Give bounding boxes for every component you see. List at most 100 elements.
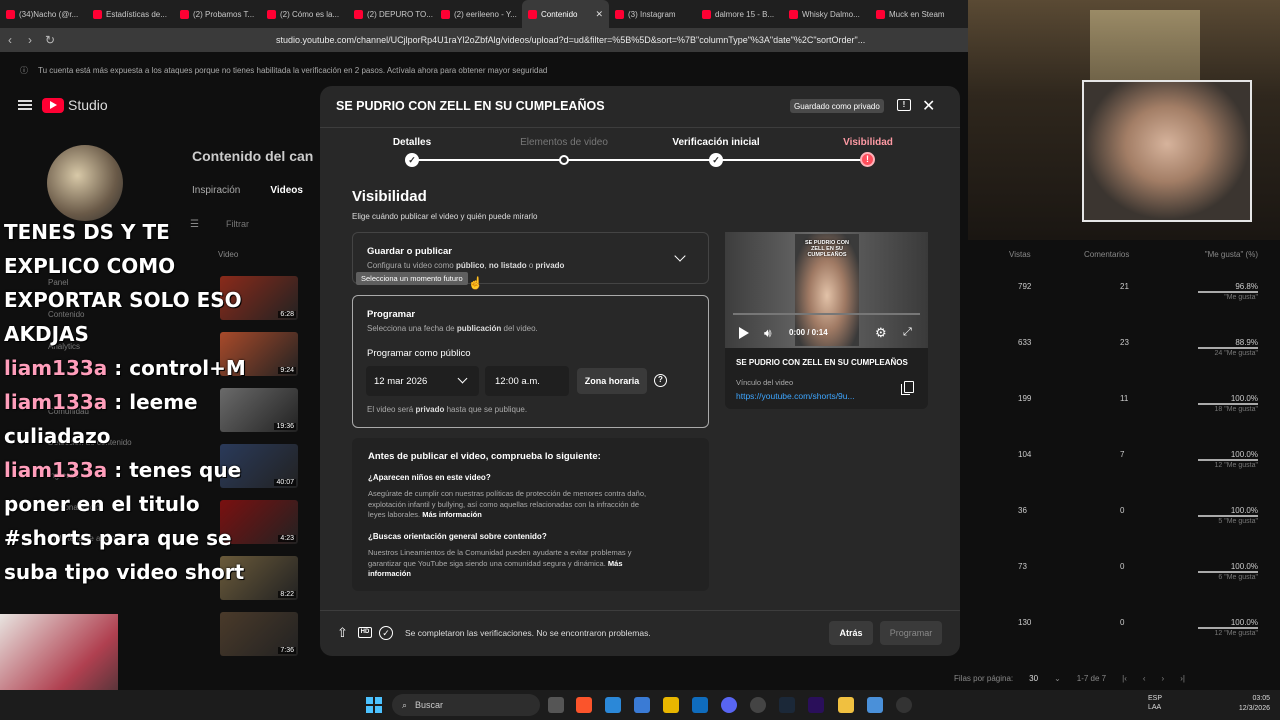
pagination-range: 1-7 de 7 bbox=[1076, 674, 1107, 683]
video-thumbnail[interactable]: 7:36 bbox=[220, 612, 298, 656]
play-icon[interactable] bbox=[739, 327, 749, 339]
back-icon[interactable]: ‹ bbox=[0, 33, 20, 47]
table-row[interactable]: 73 0 100.0% 6 "Me gusta" bbox=[1000, 562, 1270, 592]
cell-likes: 100.0% bbox=[1230, 394, 1258, 403]
close-icon[interactable]: ✕ bbox=[922, 96, 935, 116]
table-row[interactable]: 130 0 100.0% 12 "Me gusta" bbox=[1000, 618, 1270, 648]
step-done-check-icon: ✓ bbox=[709, 153, 723, 167]
col-likes[interactable]: "Me gusta" (%) bbox=[1205, 250, 1258, 259]
clock-date: 12/3/2026 bbox=[1238, 705, 1270, 712]
next-page-icon[interactable]: › bbox=[1162, 674, 1165, 683]
schedule-button[interactable]: Programar bbox=[880, 621, 942, 645]
app-icon[interactable] bbox=[663, 697, 679, 713]
step-details[interactable]: Detalles bbox=[357, 137, 467, 148]
prev-page-icon[interactable]: ‹ bbox=[1143, 674, 1146, 683]
table-row[interactable]: 792 21 96.8% "Me gusta" bbox=[1000, 282, 1270, 312]
video-link[interactable]: https://youtube.com/shorts/9u... bbox=[736, 391, 855, 401]
step-done-check-icon: ✓ bbox=[405, 153, 419, 167]
note-bold: privado bbox=[415, 405, 445, 414]
first-page-icon[interactable]: |‹ bbox=[1122, 674, 1127, 683]
browser-tab[interactable]: (2) Cómo es la... bbox=[261, 0, 348, 28]
likes-bar bbox=[1198, 459, 1258, 461]
copy-icon[interactable] bbox=[901, 381, 914, 395]
browser-tab[interactable]: (3) Instagram bbox=[609, 0, 696, 28]
gear-icon[interactable]: ⚙ bbox=[875, 325, 887, 341]
time-input[interactable]: 12:00 a.m. bbox=[485, 366, 569, 396]
timezone-button[interactable]: Zona horaria bbox=[577, 368, 647, 394]
video-progress-bar[interactable] bbox=[733, 313, 920, 315]
col-views[interactable]: Vistas bbox=[1009, 250, 1031, 259]
tab-favicon-icon bbox=[6, 9, 15, 19]
col-comments[interactable]: Comentarios bbox=[1084, 250, 1129, 259]
table-row[interactable]: 633 23 88.9% 24 "Me gusta" bbox=[1000, 338, 1270, 368]
hd-icon[interactable]: HD bbox=[358, 627, 372, 638]
volume-icon[interactable]: 🔊︎ bbox=[764, 326, 772, 341]
step-checks[interactable]: Verificación inicial bbox=[661, 137, 771, 148]
feedback-icon[interactable]: ! bbox=[897, 99, 911, 111]
lang-layout: LAA bbox=[1148, 704, 1162, 711]
browser-tab[interactable]: (34)Nacho (@r... bbox=[0, 0, 87, 28]
cell-views: 792 bbox=[1018, 282, 1032, 291]
steam-icon[interactable] bbox=[779, 697, 795, 713]
dialog-divider bbox=[320, 127, 960, 128]
rows-per-page-select[interactable]: 30 bbox=[1029, 674, 1038, 683]
save-or-publish-title: Guardar o publicar bbox=[367, 246, 452, 257]
browser-tab[interactable]: Whisky Dalmo... bbox=[783, 0, 870, 28]
step-video-elements[interactable]: Elementos de video bbox=[509, 137, 619, 148]
app-icon[interactable] bbox=[896, 697, 912, 713]
url-field[interactable]: studio.youtube.com/channel/UCjlporRp4U1r… bbox=[276, 35, 916, 45]
clock-time: 03:05 bbox=[1252, 695, 1270, 702]
tab-inspiration[interactable]: Inspiración bbox=[192, 185, 240, 196]
premiere-icon[interactable] bbox=[808, 697, 824, 713]
tab-videos[interactable]: Videos bbox=[270, 185, 303, 196]
browser-tab[interactable]: dalmore 15 - B... bbox=[696, 0, 783, 28]
app-icon[interactable] bbox=[692, 697, 708, 713]
channel-avatar[interactable] bbox=[47, 145, 123, 221]
fullscreen-icon[interactable]: ⤢ bbox=[903, 326, 912, 339]
video-duration: 7:36 bbox=[278, 647, 296, 654]
reload-icon[interactable]: ↻ bbox=[40, 33, 60, 47]
forward-icon[interactable]: › bbox=[20, 33, 40, 47]
language-indicator[interactable]: ESP LAA bbox=[1148, 694, 1162, 712]
footer-divider bbox=[320, 610, 960, 611]
help-icon[interactable]: ? bbox=[654, 374, 667, 387]
video-link-label: Vínculo del video bbox=[736, 378, 794, 387]
table-row[interactable]: 36 0 100.0% 5 "Me gusta" bbox=[1000, 506, 1270, 536]
chevron-down-icon[interactable]: ⌄ bbox=[1054, 674, 1061, 683]
upload-icon[interactable]: ⇧ bbox=[337, 625, 348, 641]
browser-tab[interactable]: (2) DEPURO TO... bbox=[348, 0, 435, 28]
learn-more-link[interactable]: Más información bbox=[422, 510, 482, 519]
folder-icon[interactable] bbox=[838, 697, 854, 713]
tab-label: dalmore 15 - B... bbox=[715, 9, 775, 19]
step-visibility[interactable]: Visibilidad bbox=[813, 137, 923, 148]
note-prefix: El video será bbox=[367, 405, 416, 414]
app-icon[interactable] bbox=[867, 697, 883, 713]
browser-tab[interactable]: (2) Probamos T... bbox=[174, 0, 261, 28]
browser-tab[interactable]: Estadísticas de... bbox=[87, 0, 174, 28]
browser-tab[interactable]: Contenido ✕ bbox=[522, 0, 609, 28]
discord-icon[interactable] bbox=[721, 697, 737, 713]
brave-icon[interactable] bbox=[576, 697, 592, 713]
menu-icon[interactable] bbox=[18, 100, 32, 110]
chat-username: liam133a bbox=[4, 390, 108, 414]
taskbar-search[interactable]: ⌕ Buscar bbox=[392, 694, 540, 716]
tab-label: (2) DEPURO TO... bbox=[367, 9, 433, 19]
chat-overlay: TENES DS Y TE EXPLICO COMO EXPORTAR SOLO… bbox=[4, 215, 249, 589]
obs-icon[interactable] bbox=[750, 697, 766, 713]
likes-bar bbox=[1198, 627, 1258, 629]
back-button[interactable]: Atrás bbox=[829, 621, 873, 645]
task-view-icon[interactable] bbox=[548, 697, 564, 713]
table-row[interactable]: 199 11 100.0% 18 "Me gusta" bbox=[1000, 394, 1270, 424]
windows-start-icon[interactable] bbox=[366, 697, 382, 713]
studio-logo-text: Studio bbox=[68, 97, 108, 113]
browser-tab[interactable]: Muck en Steam bbox=[870, 0, 957, 28]
tooltip: Selecciona un momento futuro bbox=[356, 272, 468, 285]
calculator-icon[interactable] bbox=[634, 697, 650, 713]
table-row[interactable]: 104 7 100.0% 12 "Me gusta" bbox=[1000, 450, 1270, 480]
check-circle-icon[interactable]: ✓ bbox=[379, 626, 393, 640]
close-tab-icon[interactable]: ✕ bbox=[595, 9, 603, 20]
system-clock[interactable]: 03:05 12/3/2026 bbox=[1239, 694, 1270, 714]
last-page-icon[interactable]: ›| bbox=[1180, 674, 1185, 683]
browser-tab[interactable]: (2) eerileeno - Y... bbox=[435, 0, 522, 28]
notepad-icon[interactable] bbox=[605, 697, 621, 713]
